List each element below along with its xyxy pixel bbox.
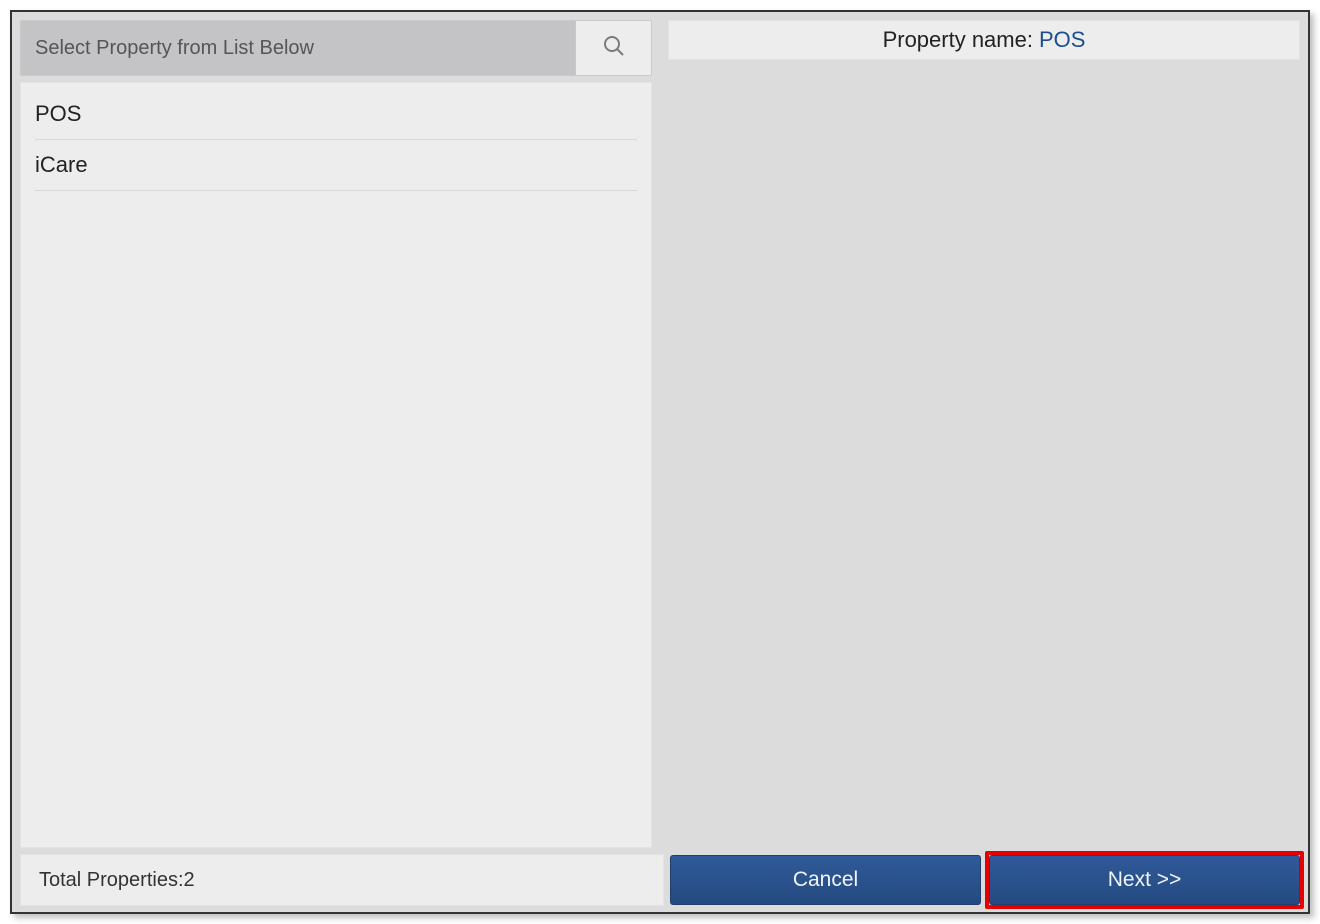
next-button[interactable]: Next >> [989, 855, 1300, 905]
search-icon [602, 34, 626, 63]
property-name-label: Property name: [883, 27, 1033, 53]
list-item[interactable]: POS [35, 89, 637, 140]
content-row: Select Property from List Below POS iCar… [12, 12, 1308, 848]
footer-row: Total Properties:2 Cancel Next >> [12, 848, 1308, 912]
property-list: POS iCare [20, 82, 652, 848]
left-panel-title: Select Property from List Below [21, 21, 575, 75]
cancel-button-label: Cancel [793, 868, 858, 892]
cancel-button[interactable]: Cancel [670, 855, 981, 905]
right-panel: Property name: POS [660, 12, 1308, 848]
left-panel-header: Select Property from List Below [20, 20, 652, 76]
right-panel-body [668, 60, 1300, 848]
list-item[interactable]: iCare [35, 140, 637, 191]
left-panel: Select Property from List Below POS iCar… [12, 12, 660, 848]
footer-buttons: Cancel Next >> [664, 848, 1308, 912]
property-name-value: POS [1039, 27, 1085, 53]
total-properties-value: 2 [184, 869, 195, 892]
dialog-frame: Select Property from List Below POS iCar… [10, 10, 1310, 914]
search-button[interactable] [575, 21, 651, 75]
property-name-header: Property name: POS [668, 20, 1300, 60]
next-button-label: Next >> [1108, 868, 1182, 892]
total-properties-label: Total Properties: [39, 869, 184, 892]
total-properties-bar: Total Properties:2 [20, 854, 664, 906]
